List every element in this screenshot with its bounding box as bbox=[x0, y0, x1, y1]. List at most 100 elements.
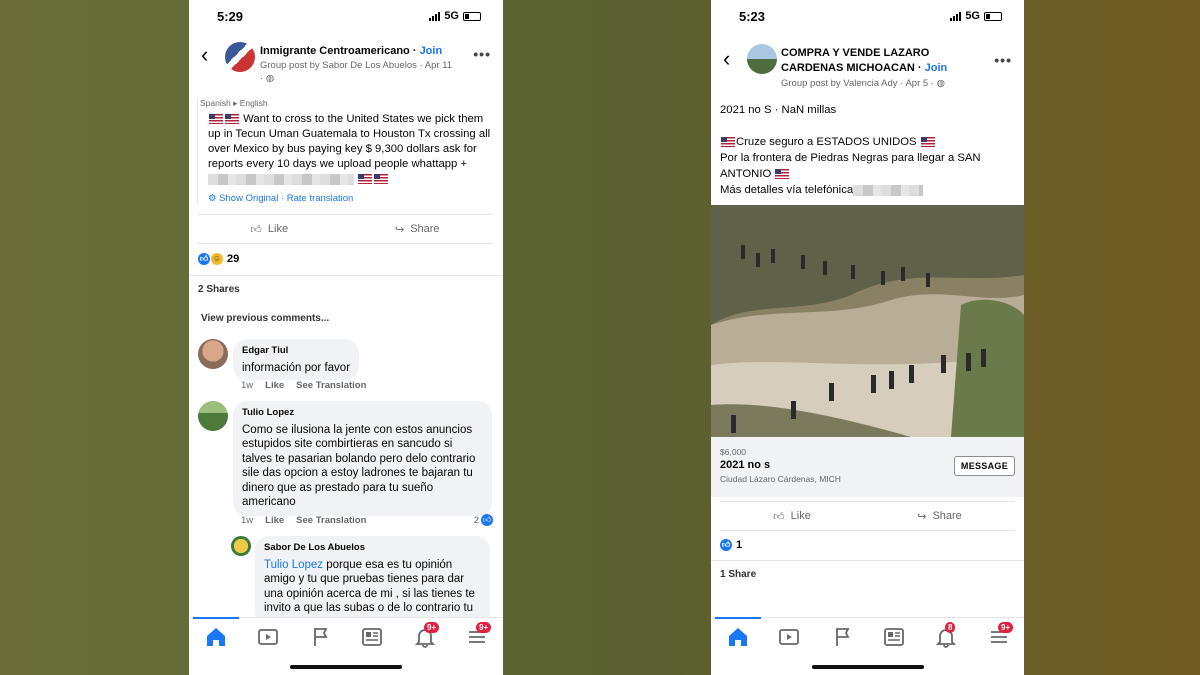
view-previous-comments[interactable]: View previous comments... bbox=[201, 313, 329, 324]
group-name[interactable]: COMPRA Y VENDE LAZARO bbox=[781, 47, 929, 59]
status-bar: 5:23 5G bbox=[711, 0, 1024, 32]
shares-count[interactable]: 1 Share bbox=[720, 569, 756, 580]
home-indicator bbox=[290, 665, 402, 669]
like-thumb-icon: 👍︎ bbox=[250, 223, 262, 236]
menu-badge: 9+ bbox=[476, 622, 492, 633]
listing-location: Ciudad Lázaro Cárdenas, MICH bbox=[720, 474, 841, 484]
post-meta: Group post by Valencia Ady · Apr 5 · ◍ bbox=[781, 78, 945, 89]
comment-like-link[interactable]: Like bbox=[265, 380, 284, 391]
join-button[interactable]: Join bbox=[420, 45, 443, 57]
battery-icon bbox=[463, 11, 481, 21]
comment-bubble: Edgar Tiul información por favor bbox=[233, 339, 360, 380]
group-avatar[interactable] bbox=[747, 44, 777, 74]
shares-count[interactable]: 2 Shares bbox=[198, 284, 240, 295]
globe-icon: ◍ bbox=[265, 73, 275, 84]
news-icon[interactable] bbox=[882, 626, 906, 648]
globe-icon: ◍ bbox=[936, 78, 945, 89]
redacted-number bbox=[853, 184, 924, 196]
notification-badge: 9+ bbox=[424, 622, 440, 633]
left-phone-screen: 5:29 5G ‹ Inmigrante Centroamericano · J… bbox=[189, 0, 503, 675]
back-arrow-icon[interactable]: ‹ bbox=[201, 42, 208, 68]
comment-meta: 1w Like See Translation bbox=[241, 515, 367, 526]
news-icon[interactable] bbox=[360, 626, 384, 648]
like-reaction-icon: 👍︎ bbox=[720, 539, 732, 551]
post-actions: 👍︎ Like ↪ Share bbox=[720, 501, 1015, 531]
home-icon[interactable] bbox=[204, 626, 228, 648]
like-reaction-icon: 👍︎ bbox=[198, 253, 210, 265]
network-label: 5G bbox=[965, 10, 980, 22]
post-body: Spanish ▸ English Want to cross to the U… bbox=[197, 98, 493, 204]
signal-icon bbox=[429, 11, 441, 21]
comment-author[interactable]: Edgar Tiul bbox=[242, 344, 350, 359]
status-bar: 5:29 5G bbox=[189, 0, 503, 32]
redacted-number bbox=[208, 173, 354, 185]
flag-icon[interactable] bbox=[831, 626, 855, 648]
comment-reactions[interactable]: 2 👍︎ bbox=[474, 514, 493, 526]
avatar[interactable] bbox=[198, 401, 228, 431]
menu-tab[interactable]: 9+ bbox=[987, 622, 1014, 648]
share-button[interactable]: ↪ Share bbox=[395, 223, 440, 236]
see-translation-link[interactable]: See Translation bbox=[296, 515, 366, 526]
comment-bubble: Tulio Lopez Como se ilusiona la jente co… bbox=[233, 401, 492, 516]
comment-author[interactable]: Tulio Lopez bbox=[242, 406, 483, 421]
menu-badge: 9+ bbox=[998, 622, 1014, 633]
notifications-tab[interactable]: 9+ bbox=[413, 622, 440, 648]
post-header: ‹ Inmigrante Centroamericano · Join Grou… bbox=[201, 42, 491, 84]
comment-meta: 1w Like See Translation bbox=[241, 380, 367, 391]
bottom-tab-bar: 9+ 9+ bbox=[189, 617, 503, 675]
signal-icon bbox=[950, 11, 962, 21]
us-flag-icon bbox=[775, 169, 790, 180]
us-flag-icon bbox=[721, 137, 735, 148]
message-button[interactable]: MESSAGE bbox=[953, 456, 1015, 476]
comment-text: Como se ilusiona la jente con estos anun… bbox=[242, 423, 476, 509]
like-button[interactable]: 👍︎ Like bbox=[250, 223, 288, 236]
listing-price: $6,000 bbox=[720, 447, 746, 457]
post-header: ‹ COMPRA Y VENDE LAZARO CARDENAS MICHOAC… bbox=[723, 44, 1012, 89]
more-dots-icon[interactable]: ••• bbox=[473, 46, 491, 62]
like-thumb-icon: 👍︎ bbox=[773, 510, 785, 523]
notifications-tab[interactable]: 8 bbox=[934, 622, 958, 648]
like-reaction-icon: 👍︎ bbox=[481, 514, 493, 526]
us-flag-icon bbox=[374, 174, 389, 185]
status-time: 5:23 bbox=[739, 9, 766, 24]
group-name-line2[interactable]: CARDENAS MICHOACAN bbox=[781, 62, 915, 74]
join-button[interactable]: Join bbox=[925, 62, 948, 74]
right-phone-screen: 5:23 5G ‹ COMPRA Y VENDE LAZARO CARDENAS… bbox=[711, 0, 1024, 675]
show-original-link[interactable]: Show Original bbox=[219, 193, 278, 204]
haha-reaction-icon: ☺ bbox=[211, 253, 223, 265]
us-flag-icon bbox=[920, 137, 935, 148]
avatar[interactable] bbox=[198, 339, 228, 369]
home-icon[interactable] bbox=[726, 626, 750, 648]
share-button[interactable]: ↪ Share bbox=[917, 510, 962, 523]
reaction-summary[interactable]: 👍︎ 1 bbox=[720, 539, 742, 551]
comment-like-link[interactable]: Like bbox=[265, 515, 284, 526]
battery-icon bbox=[984, 11, 1002, 21]
group-avatar[interactable] bbox=[225, 42, 255, 72]
reply-bubble: Sabor De Los Abuelos Tulio Lopez porque … bbox=[255, 536, 490, 626]
avatar[interactable] bbox=[231, 536, 251, 556]
like-button[interactable]: 👍︎ Like bbox=[773, 510, 811, 523]
flag-icon[interactable] bbox=[309, 626, 333, 648]
network-label: 5G bbox=[444, 10, 459, 22]
share-arrow-icon: ↪ bbox=[394, 223, 405, 236]
more-dots-icon[interactable]: ••• bbox=[994, 52, 1012, 68]
menu-tab[interactable]: 9+ bbox=[465, 622, 492, 648]
listing-photo[interactable] bbox=[711, 205, 1024, 437]
post-text: Want to cross to the United States we pi… bbox=[208, 113, 491, 170]
group-name[interactable]: Inmigrante Centroamericano bbox=[260, 45, 410, 57]
post-actions: 👍︎ Like ↪ Share bbox=[197, 214, 493, 244]
post-body: 2021 no S · NaN millas Cruze seguro a ES… bbox=[720, 102, 1015, 198]
share-arrow-icon: ↪ bbox=[917, 510, 927, 523]
comment-author[interactable]: Sabor De Los Abuelos bbox=[264, 541, 481, 556]
rate-translation-link[interactable]: Rate translation bbox=[287, 193, 354, 204]
see-translation-link[interactable]: See Translation bbox=[296, 380, 366, 391]
back-arrow-icon[interactable]: ‹ bbox=[723, 46, 730, 72]
us-flag-icon bbox=[209, 114, 223, 125]
video-icon[interactable] bbox=[777, 626, 801, 648]
video-icon[interactable] bbox=[256, 626, 280, 648]
reaction-summary[interactable]: 👍︎ ☺ 29 bbox=[198, 253, 239, 265]
translation-links: ⚙ Show Original · Rate translation bbox=[208, 193, 354, 204]
mention-link[interactable]: Tulio Lopez bbox=[264, 559, 323, 571]
us-flag-icon bbox=[225, 114, 239, 125]
gear-icon: ⚙ bbox=[208, 193, 217, 204]
